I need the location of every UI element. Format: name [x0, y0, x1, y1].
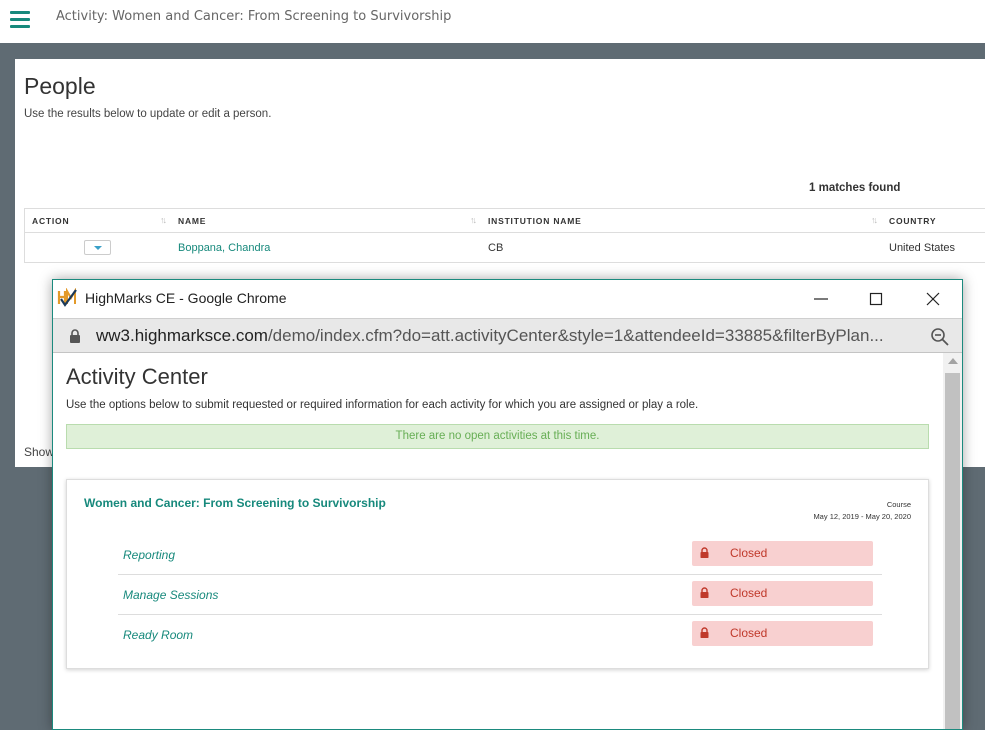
- course-title-link[interactable]: Women and Cancer: From Screening to Surv…: [84, 496, 386, 510]
- activity-link-ready-room[interactable]: Ready Room: [123, 628, 193, 642]
- matches-count: 1 matches found: [809, 182, 901, 194]
- top-bar: Activity: Women and Cancer: From Screeni…: [0, 0, 985, 43]
- column-header-country[interactable]: COUNTRY: [882, 209, 985, 232]
- menu-icon[interactable]: [10, 11, 30, 28]
- zoom-out-icon[interactable]: [930, 327, 950, 347]
- people-heading: People: [24, 73, 96, 99]
- sort-icon[interactable]: ↑↓: [470, 215, 477, 225]
- person-name-link[interactable]: Boppana, Chandra: [178, 242, 270, 254]
- list-item: Ready Room Closed: [118, 615, 882, 655]
- lock-icon: [700, 547, 709, 558]
- highmarks-logo-icon: [57, 288, 79, 308]
- sort-icon[interactable]: ↑↓: [160, 215, 167, 225]
- window-titlebar[interactable]: HighMarks CE - Google Chrome: [53, 280, 962, 318]
- course-type: Course: [886, 500, 911, 509]
- status-badge: Closed: [692, 541, 873, 566]
- sort-icon[interactable]: ↑↓: [871, 215, 878, 225]
- people-table: ACTION ↑↓ NAME ↑↓ INSTITUTION NAME ↑↓ COUNT…: [24, 208, 985, 263]
- minimize-icon[interactable]: [807, 287, 835, 311]
- activity-link-reporting[interactable]: Reporting: [123, 548, 175, 562]
- list-item: Manage Sessions Closed: [118, 575, 882, 615]
- close-icon[interactable]: [919, 287, 947, 311]
- activity-center-content: Activity Center Use the options below to…: [53, 353, 943, 729]
- people-subtitle: Use the results below to update or edit …: [24, 108, 272, 120]
- country-cell: United States: [889, 241, 956, 254]
- maximize-icon[interactable]: [862, 287, 890, 311]
- scrollbar[interactable]: [943, 353, 962, 729]
- window-title: HighMarks CE - Google Chrome: [85, 290, 287, 306]
- status-badge: Closed: [692, 621, 873, 646]
- activity-center-heading: Activity Center: [66, 364, 208, 389]
- page-title: Activity: Women and Cancer: From Screeni…: [56, 9, 452, 24]
- course-dates: May 12, 2019 - May 20, 2020: [813, 512, 911, 521]
- scroll-up-arrow-icon[interactable]: [948, 358, 958, 364]
- scroll-thumb[interactable]: [945, 373, 960, 729]
- table-header: ACTION ↑↓ NAME ↑↓ INSTITUTION NAME ↑↓ COUNT…: [25, 209, 985, 233]
- column-header-name[interactable]: NAME ↑↓: [171, 209, 481, 232]
- activity-center-subtitle: Use the options below to submit requeste…: [66, 399, 699, 411]
- activity-link-manage-sessions[interactable]: Manage Sessions: [123, 588, 218, 602]
- action-dropdown-button[interactable]: [84, 240, 111, 255]
- column-header-institution[interactable]: INSTITUTION NAME ↑↓: [481, 209, 882, 232]
- lock-icon[interactable]: [69, 329, 81, 343]
- column-header-action[interactable]: ACTION ↑↓: [25, 209, 171, 232]
- no-open-activities-alert: There are no open activities at this tim…: [66, 424, 929, 449]
- lock-icon: [700, 627, 709, 638]
- status-badge: Closed: [692, 581, 873, 606]
- institution-cell: CB: [488, 241, 504, 254]
- url-text[interactable]: ww3.highmarksce.com/demo/index.cfm?do=at…: [96, 326, 884, 346]
- show-entries-label: Show: [24, 445, 55, 459]
- course-card: Women and Cancer: From Screening to Surv…: [66, 479, 929, 669]
- address-bar[interactable]: ww3.highmarksce.com/demo/index.cfm?do=at…: [53, 318, 962, 353]
- list-item: Reporting Closed: [118, 535, 882, 575]
- chrome-popup-window: HighMarks CE - Google Chrome ww3.highmar…: [52, 279, 963, 730]
- lock-icon: [700, 587, 709, 598]
- caret-down-icon: [93, 245, 102, 250]
- table-row: Boppana, Chandra CB United States: [25, 233, 985, 262]
